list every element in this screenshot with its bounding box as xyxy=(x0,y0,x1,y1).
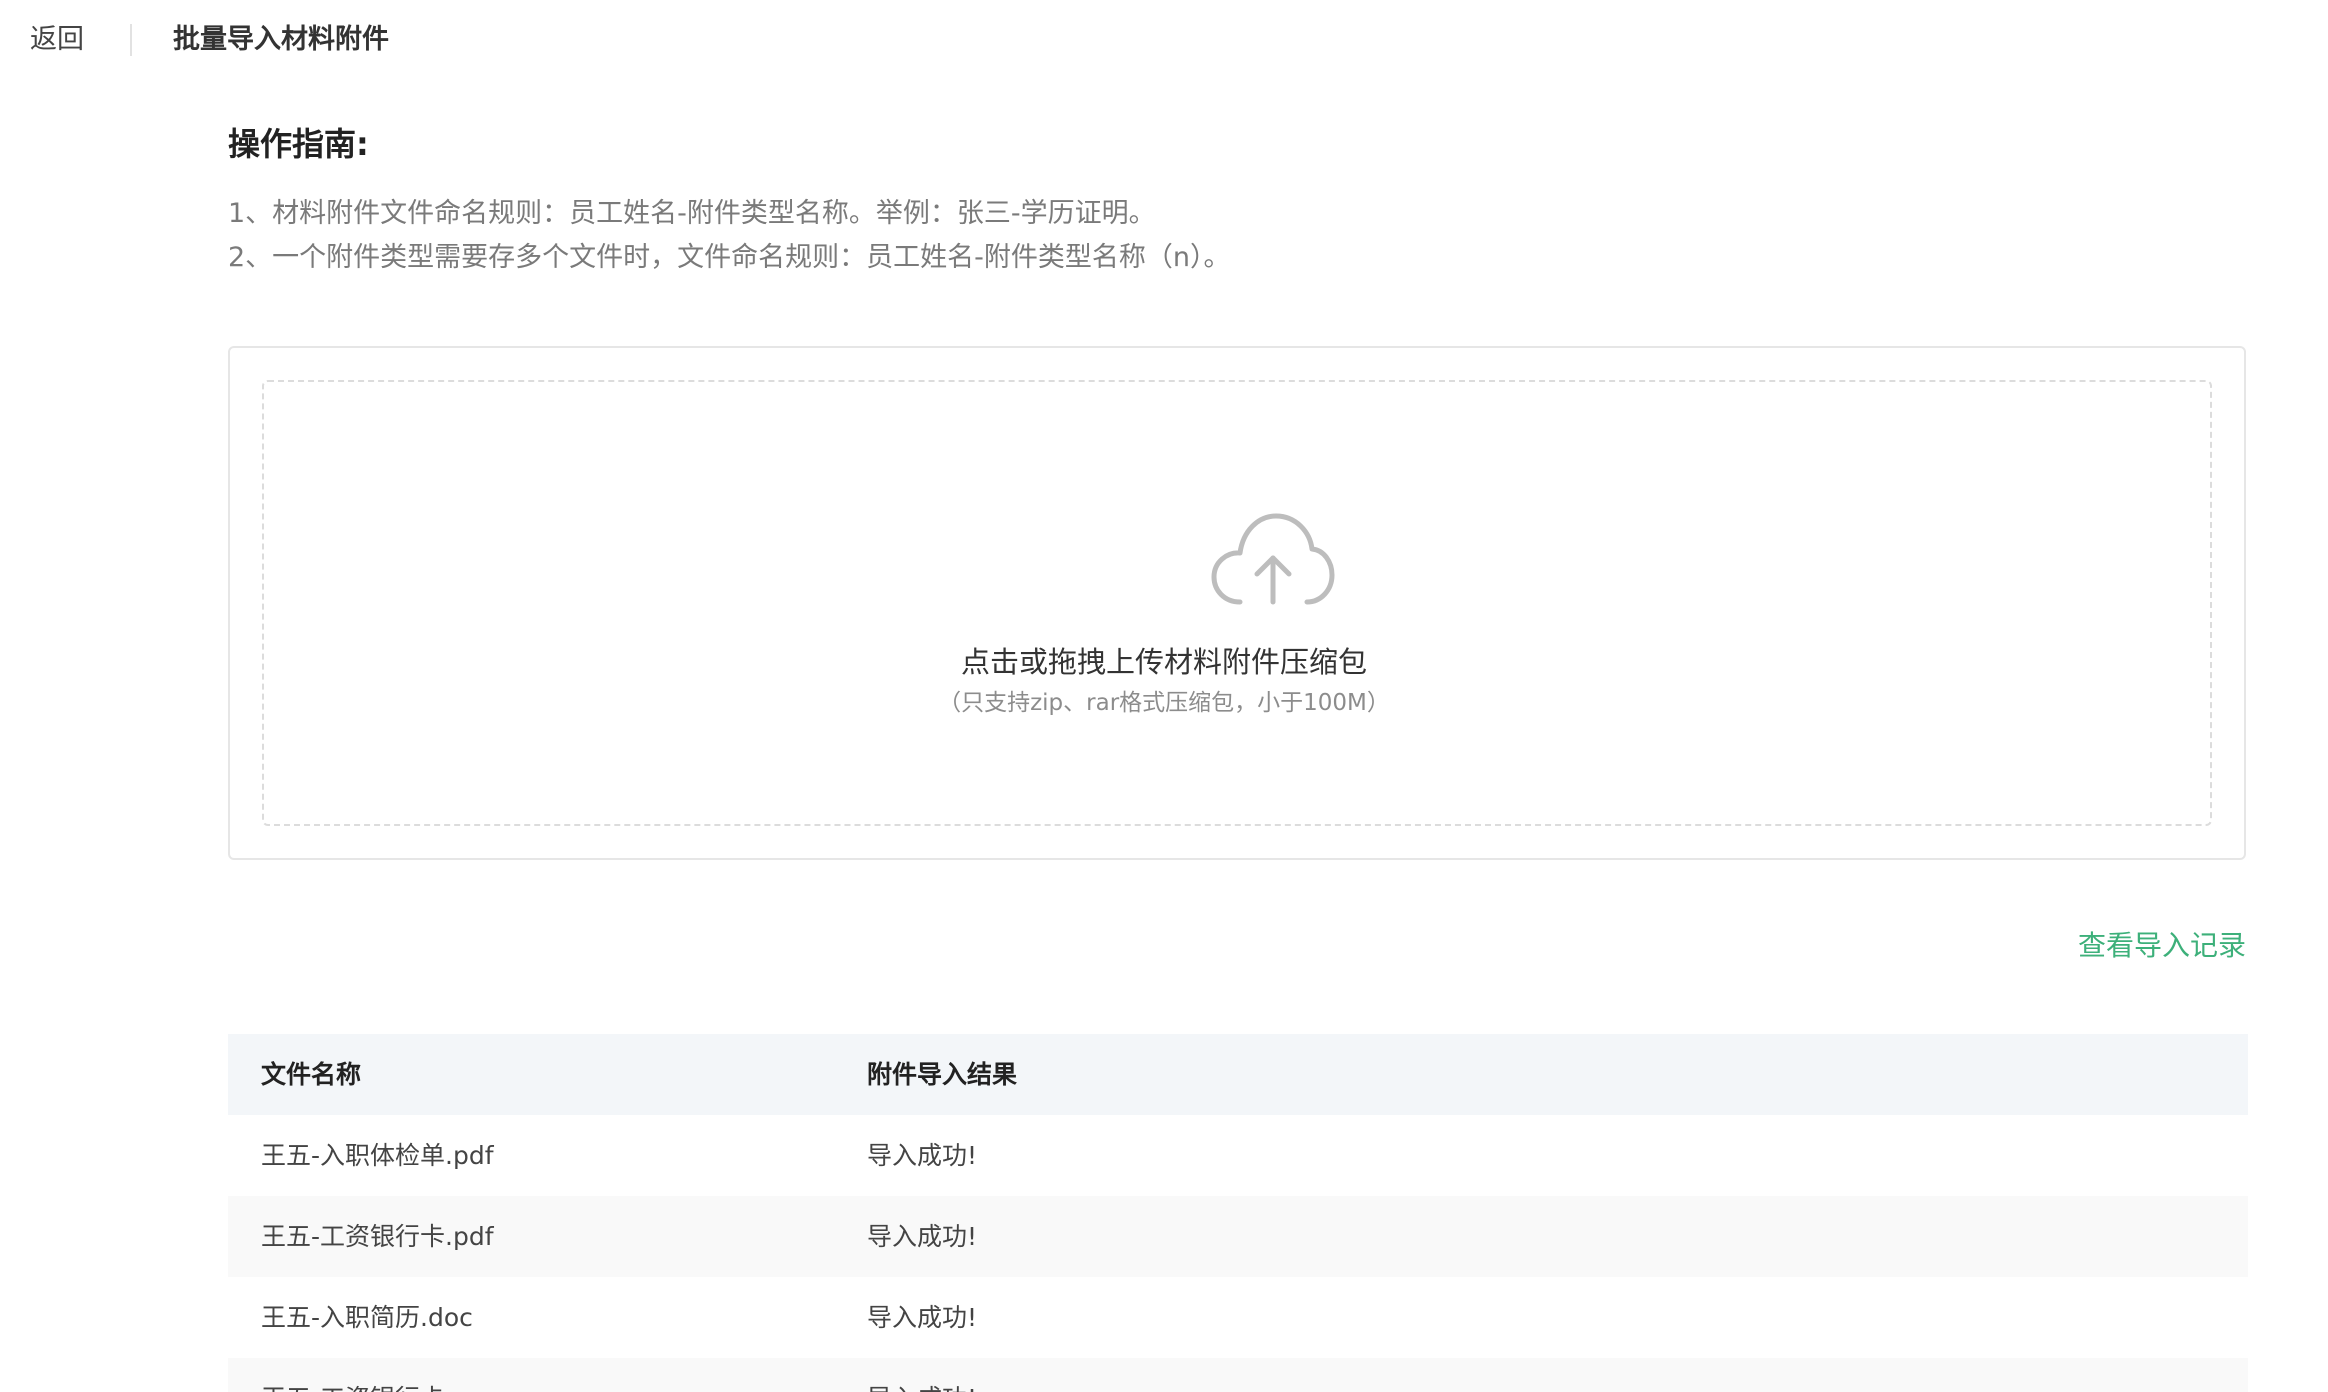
import-result-cell: 导入成功! xyxy=(867,1303,978,1332)
column-header-import-result: 附件导入结果 xyxy=(867,1060,1018,1089)
file-name-cell: 王五-入职体检单.pdf xyxy=(261,1141,494,1170)
table-row: 王五-入职简历.doc 导入成功! xyxy=(228,1277,2248,1358)
table-row: 王五-工资银行卡.png 导入成功! xyxy=(228,1358,2248,1392)
page: 返回 批量导入材料附件 操作指南: 1、材料附件文件命名规则：员工姓名-附件类型… xyxy=(0,0,2328,1392)
back-link[interactable]: 返回 xyxy=(30,20,84,60)
import-result-cell: 导入成功! xyxy=(867,1222,978,1251)
table-row: 王五-工资银行卡.pdf 导入成功! xyxy=(228,1196,2248,1277)
guide-title: 操作指南: xyxy=(228,125,369,163)
column-header-file-name: 文件名称 xyxy=(261,1060,362,1089)
file-name-cell: 王五-工资银行卡.png xyxy=(261,1358,501,1392)
table-header: 文件名称 附件导入结果 xyxy=(228,1034,2248,1115)
file-name-cell: 王五-入职简历.doc xyxy=(261,1303,473,1332)
import-result-cell: 导入成功! xyxy=(867,1358,977,1392)
upload-title: 点击或拖拽上传材料附件压缩包 xyxy=(960,645,1367,679)
header-divider xyxy=(130,24,132,56)
file-name-cell: 王五-工资银行卡.pdf xyxy=(261,1222,494,1251)
upload-hint: （只支持zip、rar格式压缩包，小于100M） xyxy=(938,690,1390,716)
import-result-cell: 导入成功! xyxy=(867,1141,978,1170)
header: 返回 批量导入材料附件 xyxy=(0,0,2328,80)
cloud-upload-icon[interactable] xyxy=(1210,506,1336,606)
import-result-table: 文件名称 附件导入结果 王五-入职体检单.pdf 导入成功! 王五-工资银行卡.… xyxy=(228,1034,2248,1392)
guide-line: 1、材料附件文件命名规则：员工姓名-附件类型名称。举例：张三-学历证明。 xyxy=(228,198,1156,229)
guide-line: 2、一个附件类型需要存多个文件时，文件命名规则：员工姓名-附件类型名称（n）。 xyxy=(228,242,1231,273)
table-row: 王五-入职体检单.pdf 导入成功! xyxy=(228,1115,2248,1196)
view-records-link[interactable]: 查看导入记录 xyxy=(2078,926,2246,966)
page-title: 批量导入材料附件 xyxy=(173,24,389,55)
